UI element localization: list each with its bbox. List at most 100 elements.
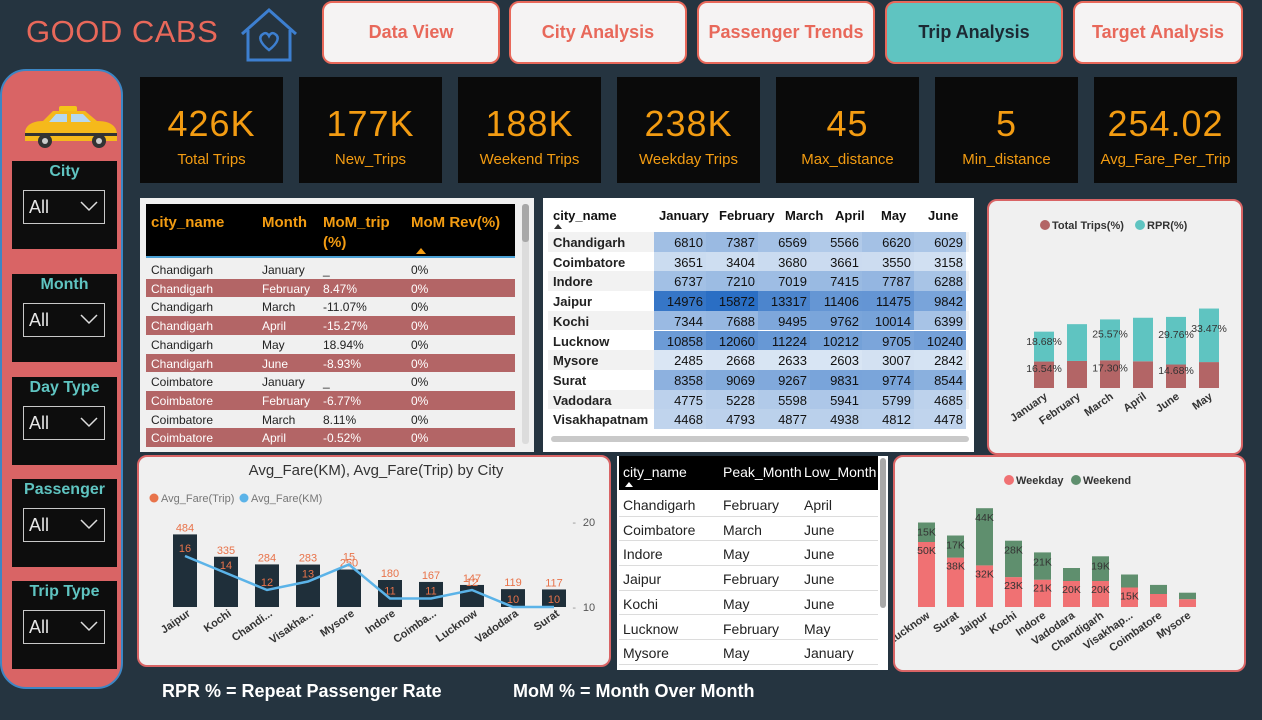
table-cell: 4775: [654, 389, 706, 410]
table-cell: January: [804, 645, 854, 662]
col-header[interactable]: May: [881, 208, 906, 223]
data-label: 10: [548, 594, 560, 606]
table-cell: June: [804, 521, 835, 538]
table-cell: Mysore: [623, 645, 669, 662]
table-row[interactable]: Coimbatore February -6.77% 0%: [146, 390, 515, 410]
dropdown-value: All: [29, 515, 50, 535]
col-header[interactable]: Low_Month: [804, 464, 876, 480]
table-row[interactable]: Coimbatore March June: [619, 517, 878, 542]
bar-total-trips[interactable]: [1199, 362, 1219, 388]
col-header[interactable]: MoM_trip (%): [323, 213, 403, 253]
line-avg-fare-km[interactable]: [184, 554, 554, 609]
data-label: 33.47%: [1191, 323, 1227, 335]
table-row[interactable]: Mysore 2485 2668 2633 2603 3007 2842: [548, 350, 969, 370]
table-row[interactable]: Coimbatore March 8.11% 0%: [146, 410, 515, 429]
data-label: 17K: [946, 540, 965, 552]
table-row[interactable]: Kochi May June: [619, 591, 878, 616]
table-row[interactable]: Vadodara 4775 5228 5598 5941 5799 4685: [548, 389, 969, 410]
filter-label: Day Type: [29, 379, 100, 396]
legend: Weekday Weekend: [1004, 475, 1131, 487]
table-row[interactable]: Chandigarh February 8.47% 0%: [146, 278, 515, 298]
table-cell: May: [723, 546, 750, 563]
table-row[interactable]: Lucknow 10858 12060 11224 10212 9705 10240: [548, 330, 969, 351]
data-label: 18.68%: [1026, 336, 1062, 348]
scrollbar-thumb[interactable]: [522, 204, 529, 242]
city-dropdown[interactable]: All: [23, 190, 105, 224]
table-row[interactable]: Coimbatore January _ 0%: [146, 372, 515, 391]
sort-asc-icon[interactable]: [416, 248, 426, 254]
bar-weekday[interactable]: [1150, 594, 1167, 607]
trip-type-dropdown[interactable]: All: [23, 610, 105, 644]
month-dropdown[interactable]: All: [23, 303, 105, 337]
horizontal-scrollbar[interactable]: [551, 436, 969, 442]
table-row[interactable]: Chandigarh April -15.27% 0%: [146, 316, 515, 335]
col-header[interactable]: January: [659, 208, 709, 223]
table-row[interactable]: Indore 6737 7210 7019 7415 7787 6288: [548, 271, 969, 292]
col-header[interactable]: April: [835, 208, 865, 223]
filter-trip-type: Trip Type All: [12, 581, 117, 669]
col-header[interactable]: city_name: [151, 213, 224, 233]
table-row[interactable]: Chandigarh March -11.07% 0%: [146, 297, 515, 316]
sort-asc-icon[interactable]: [625, 482, 633, 487]
col-header[interactable]: March: [785, 208, 823, 223]
col-header[interactable]: Month: [262, 213, 307, 233]
bar-weekend[interactable]: [1121, 574, 1138, 588]
scrollbar-thumb[interactable]: [880, 458, 886, 608]
weekday-weekend-chart: Weekday Weekend 50K 15K Lucknow 38K 17K Surat 32…: [886, 455, 1246, 672]
data-label: 14.68%: [1158, 365, 1194, 377]
x-tick-label: Surat: [532, 607, 562, 633]
table-row[interactable]: Mysore May January: [619, 640, 878, 665]
data-label: 335: [217, 545, 235, 557]
nav-passenger-trends[interactable]: Passenger Trends: [697, 1, 875, 64]
table-row[interactable]: Surat 8358 9069 9267 9831 9774 8544: [548, 369, 969, 390]
table-cell: 2603: [810, 350, 862, 370]
col-header[interactable]: city_name: [623, 464, 687, 480]
table-row[interactable]: Indore May June: [619, 541, 878, 567]
table-cell: -15.27%: [323, 319, 368, 334]
table-row[interactable]: Chandigarh June -8.93% 0%: [146, 353, 515, 373]
bar-weekend[interactable]: [1179, 592, 1196, 600]
table-cell: 5799: [862, 389, 914, 410]
data-label: 12: [466, 577, 478, 589]
table-cell: June: [804, 595, 835, 612]
nav-data-view[interactable]: Data View: [322, 1, 500, 64]
table-row[interactable]: Chandigarh February April: [619, 492, 878, 517]
col-header[interactable]: June: [928, 208, 958, 223]
home-icon[interactable]: [238, 6, 300, 64]
col-header[interactable]: February: [719, 208, 775, 223]
col-header[interactable]: MoM Rev(%): [411, 213, 500, 233]
table-cell: 6288: [914, 271, 966, 292]
day-type-dropdown[interactable]: All: [23, 406, 105, 440]
table-row[interactable]: Visakhapatnam 4468 4793 4877 4938 4812 4478: [548, 409, 969, 429]
col-header[interactable]: city_name: [553, 208, 617, 223]
nav-city-analysis[interactable]: City Analysis: [509, 1, 687, 64]
bar-weekend[interactable]: [1063, 568, 1080, 581]
bar-weekend[interactable]: [1150, 584, 1167, 594]
mom-table: city_name Month MoM_trip (%) MoM Rev(%) …: [140, 198, 534, 452]
kpi-value: 254.02: [1107, 103, 1224, 144]
table-row[interactable]: Jaipur February June: [619, 566, 878, 591]
table-cell: April: [804, 497, 833, 513]
legend-label: Avg_Fare(Trip): [161, 493, 234, 505]
passenger-dropdown[interactable]: All: [23, 508, 105, 542]
col-header[interactable]: Peak_Month: [723, 464, 802, 480]
table-row[interactable]: Chandigarh 6810 7387 6569 5566 6620 6029: [548, 232, 969, 252]
table-row[interactable]: Lucknow February May: [619, 616, 878, 641]
table-row[interactable]: Chandigarh May 18.94% 0%: [146, 335, 515, 354]
table-row[interactable]: Chandigarh January _ 0%: [146, 260, 515, 279]
bar-rpr[interactable]: [1133, 317, 1153, 362]
table-row[interactable]: Jaipur 14976 15872 13317 11406 11475 9842: [548, 291, 969, 311]
table-row[interactable]: Coimbatore 3651 3404 3680 3661 3550 3158: [548, 251, 969, 272]
bar-rpr[interactable]: [1067, 324, 1087, 361]
nav-target-analysis[interactable]: Target Analysis: [1073, 1, 1243, 64]
bar-avg-fare-trip[interactable]: [337, 569, 361, 608]
table-row[interactable]: Coimbatore April -0.52% 0%: [146, 428, 515, 447]
nav-trip-analysis[interactable]: Trip Analysis: [885, 1, 1063, 64]
sort-asc-icon[interactable]: [554, 224, 562, 229]
bar-total-trips[interactable]: [1133, 361, 1153, 388]
bar-rpr[interactable]: [1199, 308, 1219, 363]
table-row[interactable]: Kochi 7344 7688 9495 9762 10014 6399: [548, 310, 969, 331]
bar-total-trips[interactable]: [1067, 360, 1087, 388]
bar-weekday[interactable]: [1179, 599, 1196, 607]
kpi-value: 238K: [644, 103, 733, 144]
